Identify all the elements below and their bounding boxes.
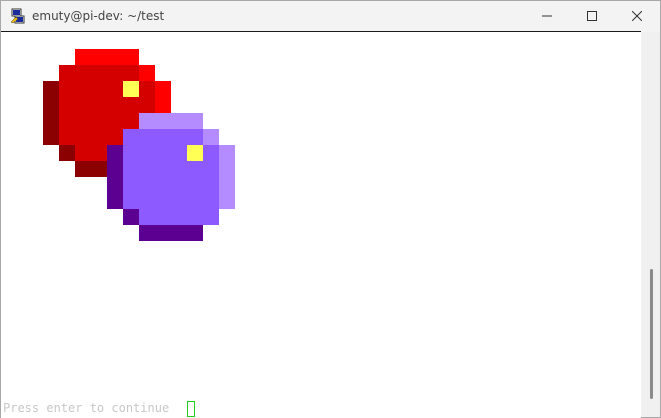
maximize-icon <box>587 11 597 21</box>
maximize-button[interactable] <box>569 1 615 31</box>
terminal-area[interactable] <box>1 31 641 418</box>
title-bar[interactable]: emuty@pi-dev: ~/test <box>1 1 660 31</box>
prompt-text: Press enter to continue <box>3 401 170 415</box>
close-icon <box>632 11 642 21</box>
scrollbar-thumb[interactable] <box>650 269 653 399</box>
minimize-button[interactable] <box>524 1 570 31</box>
minimize-icon <box>542 15 552 17</box>
terminal-window: emuty@pi-dev: ~/test Press enter to cont… <box>0 0 661 418</box>
window-title: emuty@pi-dev: ~/test <box>32 9 165 23</box>
putty-icon <box>10 8 25 24</box>
purple-ball <box>107 113 235 241</box>
red-ball-sprite <box>43 49 235 241</box>
close-button[interactable] <box>614 1 660 31</box>
text-cursor <box>187 401 195 417</box>
